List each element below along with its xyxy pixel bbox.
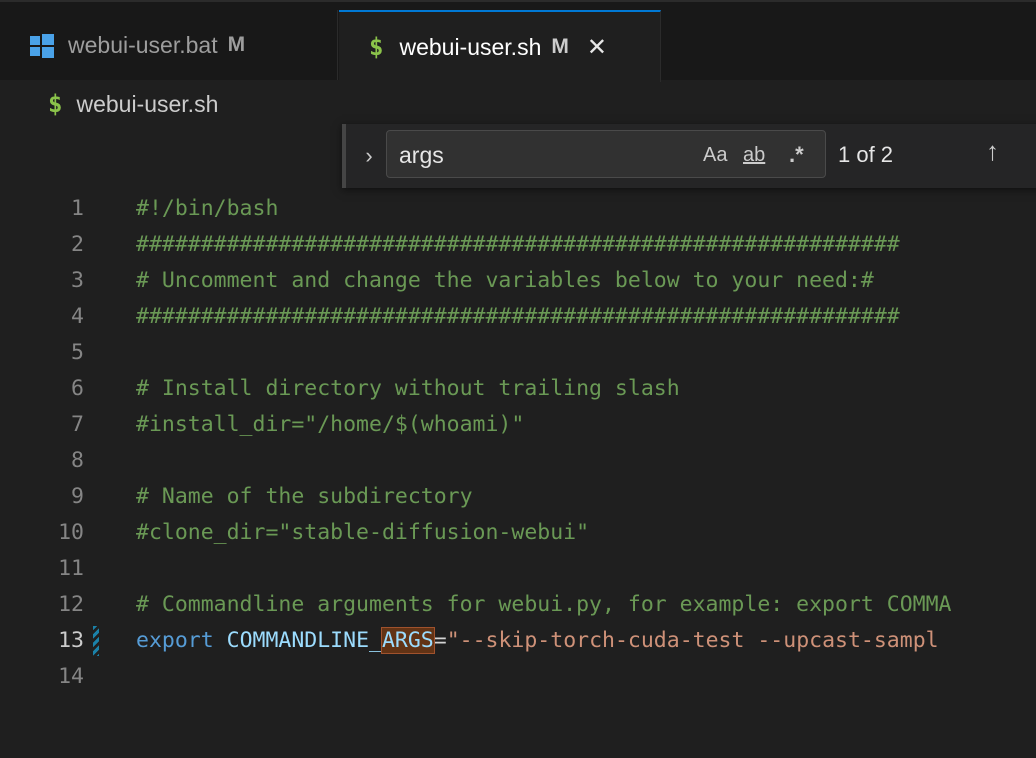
whole-word-icon[interactable]: ab xyxy=(743,141,765,169)
tab-webui-user-bat[interactable]: webui-user.bat M xyxy=(4,10,338,80)
line-number: 8 xyxy=(71,448,84,473)
arrow-up-icon[interactable]: ↑ xyxy=(986,136,999,167)
line-code: # Name of the subdirectory xyxy=(136,484,473,509)
line-number: 6 xyxy=(71,376,84,401)
dollar-icon: $ xyxy=(369,33,384,61)
code-line[interactable]: 8 xyxy=(0,442,1036,478)
code-line[interactable]: 9 # Name of the subdirectory xyxy=(0,478,1036,514)
breadcrumb[interactable]: $ webui-user.sh xyxy=(48,86,218,122)
line-number: 14 xyxy=(58,664,84,689)
line-number: 12 xyxy=(58,592,84,617)
modified-badge: M xyxy=(227,33,246,56)
line-number: 7 xyxy=(71,412,84,437)
line-number: 2 xyxy=(71,232,84,257)
code-line[interactable]: 2 ######################################… xyxy=(0,226,1036,262)
match-count: 1 of 2 xyxy=(838,142,894,167)
chevron-right-icon[interactable]: › xyxy=(356,138,382,174)
code-line-active[interactable]: 13 export COMMANDLINE_ARGS="--skip-torch… xyxy=(0,622,1036,658)
find-input-box[interactable]: Aa ab .* xyxy=(386,130,826,178)
line-code: # Uncomment and change the variables bel… xyxy=(136,268,874,293)
tab-bar: webui-user.bat M $ webui-user.sh M ✕ xyxy=(0,0,1036,82)
line-code: # Install directory without trailing sla… xyxy=(136,376,680,401)
code-line[interactable]: 7 #install_dir="/home/$(whoami)" xyxy=(0,406,1036,442)
line-code: ########################################… xyxy=(136,232,900,257)
code-line[interactable]: 3 # Uncomment and change the variables b… xyxy=(0,262,1036,298)
keyword-token: export xyxy=(136,628,214,653)
tab-label: webui-user.bat xyxy=(68,31,218,58)
code-line[interactable]: 6 # Install directory without trailing s… xyxy=(0,370,1036,406)
match-case-icon[interactable]: Aa xyxy=(703,141,727,169)
code-line[interactable]: 4 ######################################… xyxy=(0,298,1036,334)
operator-token: = xyxy=(433,628,447,653)
code-line[interactable]: 5 xyxy=(0,334,1036,370)
breadcrumb-file[interactable]: webui-user.sh xyxy=(76,91,218,118)
modified-gutter-marker xyxy=(93,626,99,656)
search-match-highlight: ARGS xyxy=(380,627,435,654)
find-widget: › Aa ab .* 1 of 2 ↑ xyxy=(342,124,1036,188)
dollar-icon: $ xyxy=(48,90,63,118)
string-token: "--skip-torch-cuda-test --upcast-sampl xyxy=(446,628,939,653)
line-number: 5 xyxy=(71,340,84,365)
find-input[interactable] xyxy=(397,139,691,171)
line-code: export COMMANDLINE_ARGS="--skip-torch-cu… xyxy=(136,627,939,654)
line-code: #!/bin/bash xyxy=(136,196,279,221)
line-number: 3 xyxy=(71,268,84,293)
line-code: # Commandline arguments for webui.py, fo… xyxy=(136,592,952,617)
variable-token: COMMANDLINE_ xyxy=(226,628,382,653)
code-line[interactable]: 10 #clone_dir="stable-diffusion-webui" xyxy=(0,514,1036,550)
tab-webui-user-sh[interactable]: $ webui-user.sh M ✕ xyxy=(339,10,661,82)
code-editor[interactable]: 1 #!/bin/bash 2 ########################… xyxy=(0,190,1036,689)
regex-icon[interactable]: .* xyxy=(789,141,804,169)
code-line[interactable]: 14 xyxy=(0,658,1036,694)
line-number: 10 xyxy=(58,520,84,545)
line-number: 4 xyxy=(71,304,84,329)
code-line[interactable]: 12 # Commandline arguments for webui.py,… xyxy=(0,586,1036,622)
line-number: 9 xyxy=(71,484,84,509)
line-code: #clone_dir="stable-diffusion-webui" xyxy=(136,520,590,545)
windows-icon xyxy=(30,34,54,58)
line-number: 1 xyxy=(71,196,84,221)
line-code: #install_dir="/home/$(whoami)" xyxy=(136,412,525,437)
tab-label: webui-user.sh xyxy=(399,33,542,60)
code-line[interactable]: 1 #!/bin/bash xyxy=(0,190,1036,226)
line-number: 13 xyxy=(58,628,84,653)
line-code: ########################################… xyxy=(136,304,900,329)
modified-badge: M xyxy=(551,35,569,58)
code-line[interactable]: 11 xyxy=(0,550,1036,586)
line-number: 11 xyxy=(58,556,84,581)
close-icon[interactable]: ✕ xyxy=(587,33,607,62)
